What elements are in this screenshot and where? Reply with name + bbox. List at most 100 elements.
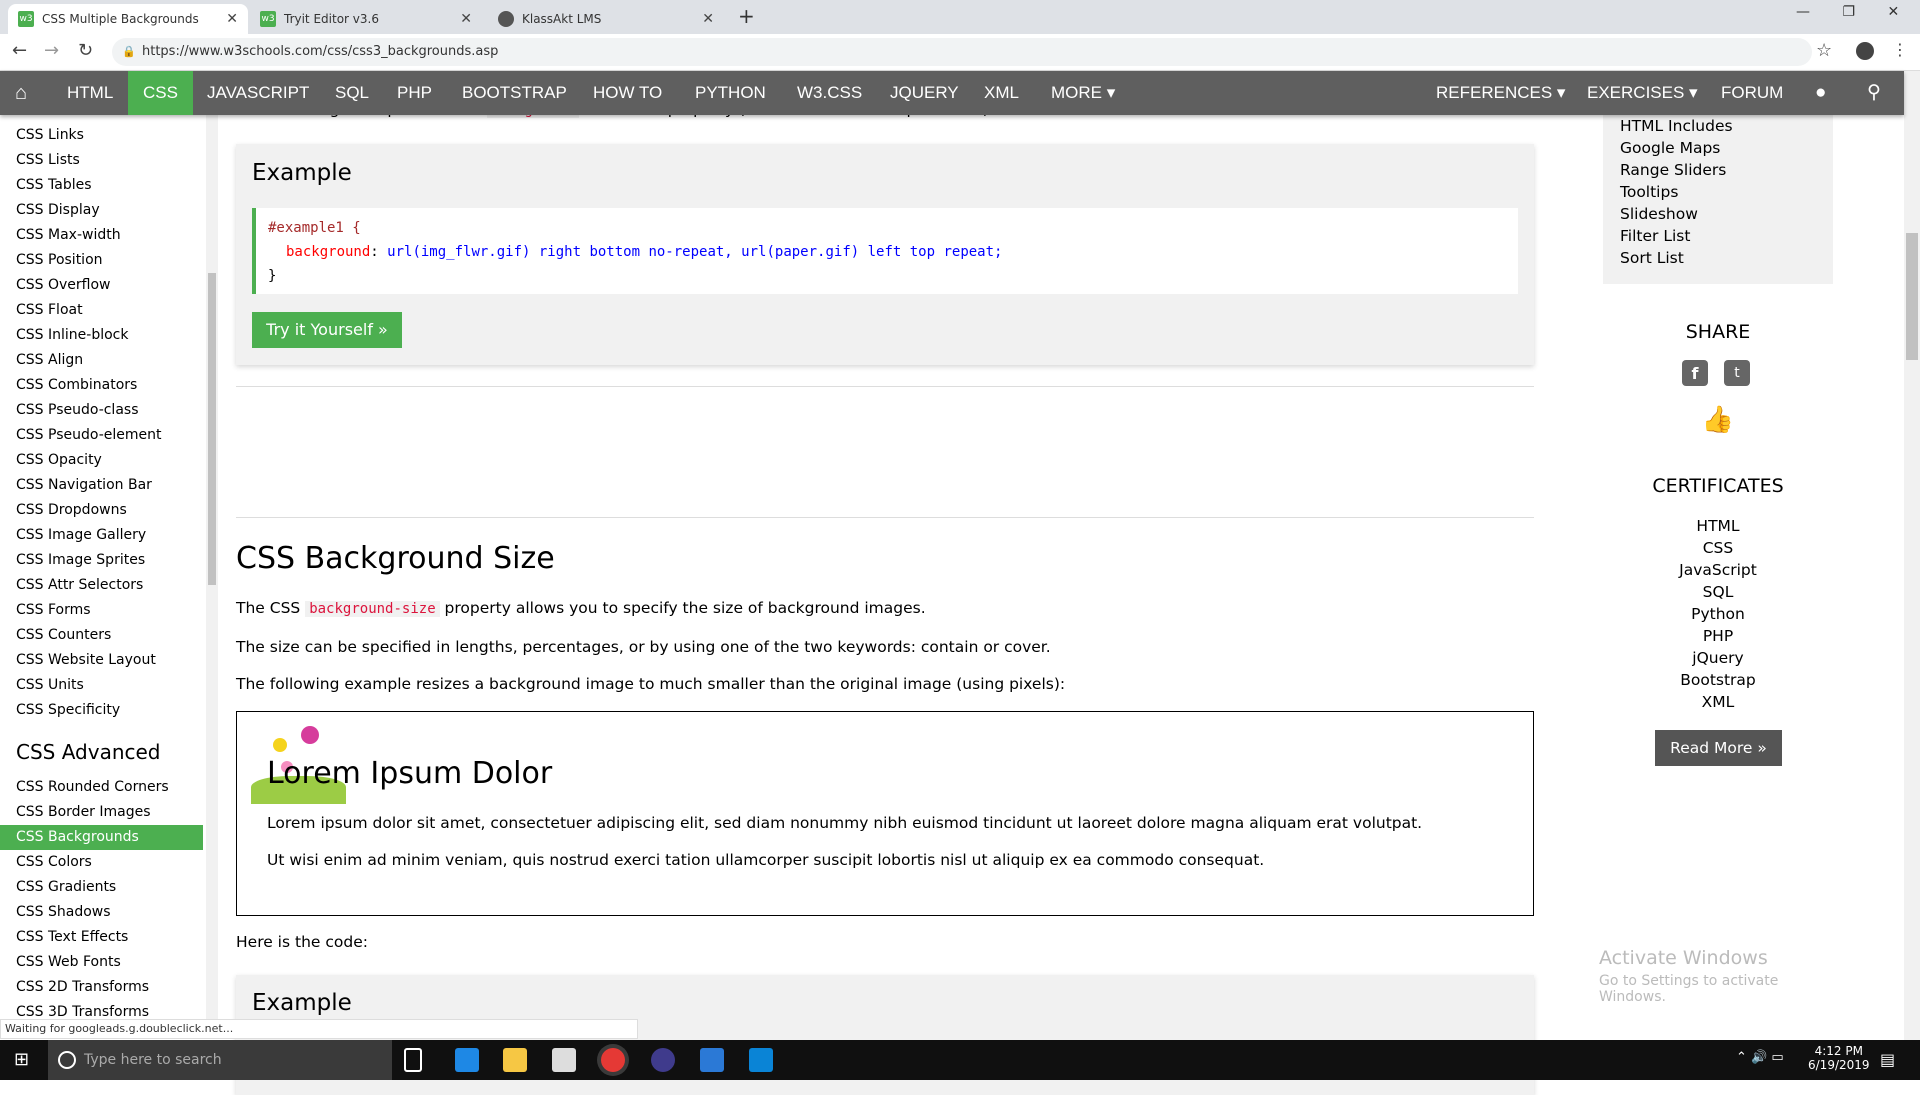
sidebar-item[interactable]: CSS Max-width bbox=[0, 223, 203, 248]
sidebar-item[interactable]: CSS Position bbox=[0, 248, 203, 273]
sidebar-item[interactable]: CSS Attr Selectors bbox=[0, 573, 203, 598]
store-icon[interactable] bbox=[552, 1048, 576, 1072]
nav-php[interactable]: PHP bbox=[382, 71, 447, 115]
close-icon[interactable]: ✕ bbox=[226, 11, 238, 27]
home-icon[interactable]: ⌂ bbox=[0, 71, 42, 115]
star-icon[interactable]: ☆ bbox=[1816, 40, 1832, 61]
nav-how-to[interactable]: HOW TO bbox=[578, 71, 677, 115]
sidebar-scrollbar[interactable] bbox=[206, 115, 218, 1019]
back-icon[interactable]: ← bbox=[12, 40, 27, 61]
close-icon[interactable]: ✕ bbox=[702, 11, 714, 27]
sidebar-item[interactable]: CSS Units bbox=[0, 673, 203, 698]
sidebar-item[interactable]: CSS 3D Transforms bbox=[0, 1000, 203, 1019]
new-tab-button[interactable]: + bbox=[738, 4, 755, 28]
chrome-icon[interactable] bbox=[601, 1048, 625, 1072]
howto-link[interactable]: Google Maps bbox=[1620, 139, 1720, 157]
sidebar-item[interactable]: CSS Gradients bbox=[0, 875, 203, 900]
sidebar-item[interactable]: CSS Combinators bbox=[0, 373, 203, 398]
sidebar-item[interactable]: CSS Colors bbox=[0, 850, 203, 875]
nav-references[interactable]: REFERENCES ▾ bbox=[1421, 71, 1580, 115]
nav-exercises[interactable]: EXERCISES ▾ bbox=[1572, 71, 1713, 115]
facebook-icon[interactable]: f bbox=[1682, 360, 1708, 386]
sidebar-item[interactable]: CSS Counters bbox=[0, 623, 203, 648]
menu-icon[interactable]: ⋮ bbox=[1892, 40, 1908, 59]
profile-icon[interactable] bbox=[1856, 42, 1874, 60]
sidebar-item[interactable]: CSS Forms bbox=[0, 598, 203, 623]
sidebar-item[interactable]: CSS Backgrounds bbox=[0, 825, 203, 850]
task-view-icon[interactable] bbox=[404, 1048, 422, 1072]
like-icon[interactable]: 👍 bbox=[1603, 405, 1833, 435]
sidebar-item[interactable]: CSS Align bbox=[0, 348, 203, 373]
file-explorer-icon[interactable] bbox=[503, 1048, 527, 1072]
nav-sql[interactable]: SQL bbox=[320, 71, 384, 115]
sidebar-item[interactable]: CSS Display bbox=[0, 198, 203, 223]
sidebar-item[interactable]: CSS Overflow bbox=[0, 273, 203, 298]
page-scrollbar[interactable] bbox=[1904, 71, 1920, 1040]
close-icon[interactable]: ✕ bbox=[460, 11, 472, 27]
sidebar-item[interactable]: CSS 2D Transforms bbox=[0, 975, 203, 1000]
certificate-link[interactable]: CSS bbox=[1603, 539, 1833, 557]
sidebar-item[interactable]: CSS Pseudo-element bbox=[0, 423, 203, 448]
howto-link[interactable]: Sort List bbox=[1620, 249, 1684, 267]
search-icon[interactable]: ⚲ bbox=[1852, 71, 1896, 115]
nav-forum[interactable]: FORUM bbox=[1706, 71, 1798, 115]
certificate-link[interactable]: JavaScript bbox=[1603, 561, 1833, 579]
window-controls[interactable]: — ❐ ✕ bbox=[1796, 4, 1899, 20]
scrollbar-thumb[interactable] bbox=[208, 273, 216, 585]
nav-html[interactable]: HTML bbox=[52, 71, 128, 115]
howto-link[interactable]: Range Sliders bbox=[1620, 161, 1726, 179]
certificate-link[interactable]: SQL bbox=[1603, 583, 1833, 601]
sidebar-item[interactable]: CSS Web Fonts bbox=[0, 950, 203, 975]
forward-icon[interactable]: → bbox=[44, 40, 59, 61]
notepad-icon[interactable] bbox=[700, 1048, 724, 1072]
certificate-link[interactable]: PHP bbox=[1603, 627, 1833, 645]
howto-link[interactable]: Filter List bbox=[1620, 227, 1690, 245]
sidebar-item[interactable]: CSS Inline-block bbox=[0, 323, 203, 348]
edge-icon[interactable] bbox=[455, 1048, 479, 1072]
tab-tryit-editor[interactable]: w3 Tryit Editor v3.6 ✕ bbox=[250, 4, 482, 34]
try-it-yourself-button[interactable]: Try it Yourself » bbox=[252, 312, 402, 348]
sidebar-item[interactable]: CSS Pseudo-class bbox=[0, 398, 203, 423]
sidebar-item[interactable]: CSS Dropdowns bbox=[0, 498, 203, 523]
sidebar-item[interactable]: CSS Website Layout bbox=[0, 648, 203, 673]
sidebar-item[interactable]: CSS Navigation Bar bbox=[0, 473, 203, 498]
nav-javascript[interactable]: JAVASCRIPT bbox=[192, 71, 324, 115]
reload-icon[interactable]: ↻ bbox=[78, 40, 93, 61]
nav-jquery[interactable]: JQUERY bbox=[875, 71, 974, 115]
twitter-icon[interactable]: t bbox=[1724, 360, 1750, 386]
globe-icon[interactable]: ● bbox=[1800, 71, 1841, 115]
certificate-link[interactable]: jQuery bbox=[1603, 649, 1833, 667]
sidebar-item[interactable]: CSS Shadows bbox=[0, 900, 203, 925]
howto-link[interactable]: Slideshow bbox=[1620, 205, 1698, 223]
nav-python[interactable]: PYTHON bbox=[680, 71, 781, 115]
sidebar-item[interactable]: CSS Image Sprites bbox=[0, 548, 203, 573]
sidebar-item[interactable]: CSS Lists bbox=[0, 148, 203, 173]
system-tray-icons[interactable]: ⌃ 🔊 ▭ bbox=[1736, 1050, 1784, 1065]
nav-bootstrap[interactable]: BOOTSTRAP bbox=[447, 71, 582, 115]
certificate-link[interactable]: Bootstrap bbox=[1603, 671, 1833, 689]
taskbar-search[interactable]: Type here to search bbox=[48, 1040, 392, 1080]
sidebar-item[interactable]: CSS Image Gallery bbox=[0, 523, 203, 548]
scrollbar-thumb[interactable] bbox=[1906, 233, 1918, 360]
sidebar-item[interactable]: CSS Border Images bbox=[0, 800, 203, 825]
nav-more[interactable]: MORE ▾ bbox=[1036, 71, 1130, 115]
vscode-icon[interactable] bbox=[749, 1048, 773, 1072]
sidebar-item[interactable]: CSS Opacity bbox=[0, 448, 203, 473]
url-input[interactable]: 🔒 https://www.w3schools.com/css/css3_back… bbox=[112, 38, 1812, 66]
notifications-icon[interactable]: ▤ bbox=[1880, 1050, 1895, 1069]
nav-css[interactable]: CSS bbox=[128, 71, 193, 115]
sidebar-item[interactable]: CSS Rounded Corners bbox=[0, 775, 203, 800]
nav-w3css[interactable]: W3.CSS bbox=[782, 71, 877, 115]
sidebar-item[interactable]: CSS Float bbox=[0, 298, 203, 323]
certificate-link[interactable]: XML bbox=[1603, 693, 1833, 711]
clock[interactable]: 4:12 PM 6/19/2019 bbox=[1808, 1044, 1870, 1072]
sidebar-item[interactable]: CSS Tables bbox=[0, 173, 203, 198]
sidebar-item[interactable]: CSS Specificity bbox=[0, 698, 203, 723]
tab-css-multiple-backgrounds[interactable]: w3 CSS Multiple Backgrounds ✕ bbox=[8, 4, 248, 34]
tab-klassakt-lms[interactable]: KlassAkt LMS ✕ bbox=[488, 4, 724, 34]
certificate-link[interactable]: HTML bbox=[1603, 517, 1833, 535]
howto-link[interactable]: Tooltips bbox=[1620, 183, 1678, 201]
howto-link[interactable]: HTML Includes bbox=[1620, 117, 1733, 135]
windows-start-icon[interactable]: ⊞ bbox=[14, 1049, 29, 1070]
sidebar-item[interactable]: CSS Text Effects bbox=[0, 925, 203, 950]
